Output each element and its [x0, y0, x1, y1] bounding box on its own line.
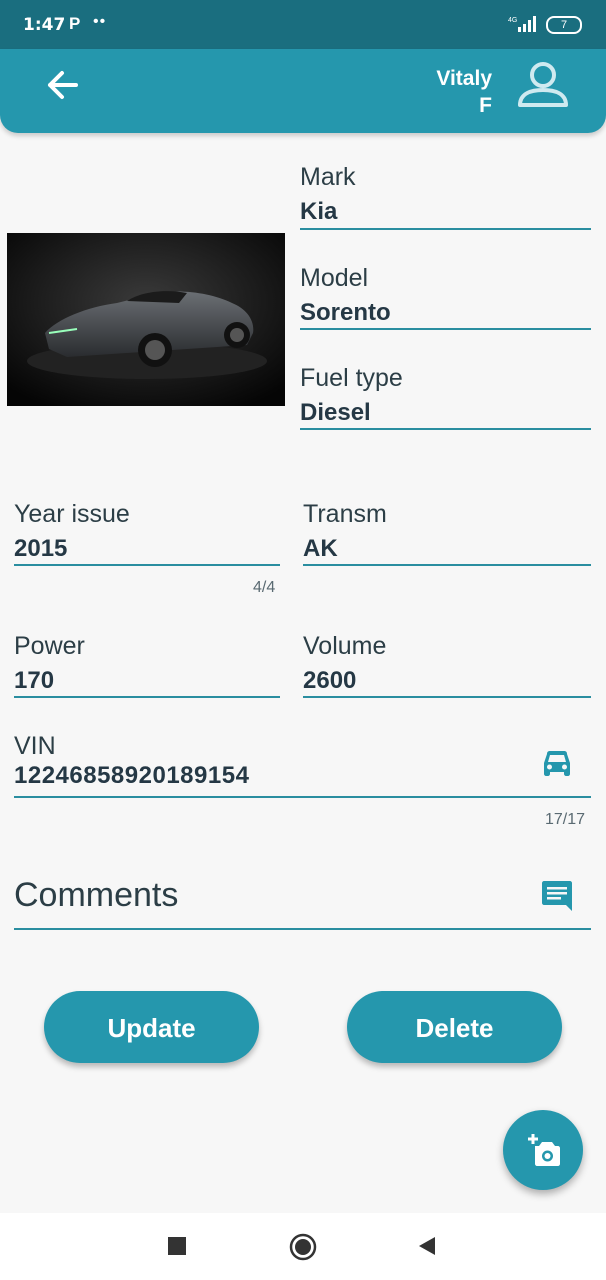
- add-photo-icon: [525, 1132, 561, 1173]
- signal-icon: 4G: [508, 15, 538, 38]
- model-value[interactable]: Sorento: [300, 298, 591, 328]
- car-photo[interactable]: [7, 233, 285, 406]
- user-first-name: Vitaly: [436, 67, 492, 90]
- mark-value[interactable]: Kia: [300, 197, 591, 227]
- app-bar: Vitaly F: [0, 49, 606, 133]
- system-nav-bar: [0, 1213, 606, 1280]
- mark-underline: [300, 228, 591, 230]
- delete-button[interactable]: Delete: [347, 991, 562, 1063]
- power-field[interactable]: Power 170: [14, 631, 280, 701]
- volume-value[interactable]: 2600: [303, 666, 591, 696]
- transm-value[interactable]: AK: [303, 534, 591, 564]
- user-last-name: F: [479, 94, 492, 117]
- app-indicator: P: [69, 14, 81, 33]
- user-icon[interactable]: [514, 57, 572, 115]
- model-label: Model: [300, 264, 369, 292]
- power-underline: [14, 696, 280, 698]
- nav-home-icon[interactable]: [289, 1233, 317, 1266]
- user-name: Vitaly F: [436, 65, 492, 119]
- comments-input[interactable]: Comments: [14, 876, 178, 915]
- year-issue-underline: [14, 564, 280, 566]
- volume-underline: [303, 696, 591, 698]
- power-value[interactable]: 170: [14, 666, 280, 696]
- volume-label: Volume: [303, 632, 387, 660]
- vin-value[interactable]: 12246858920189154: [14, 761, 591, 791]
- year-issue-counter: 4/4: [253, 579, 276, 596]
- battery-icon: 7: [546, 16, 582, 34]
- vin-underline: [14, 796, 591, 798]
- fuel-type-underline: [300, 428, 591, 430]
- vin-label: VIN: [14, 732, 56, 760]
- model-field[interactable]: Model Sorento: [300, 263, 591, 333]
- year-issue-value[interactable]: 2015: [14, 534, 280, 564]
- mark-field[interactable]: Mark Kia: [300, 162, 591, 232]
- fuel-type-label: Fuel type: [300, 364, 403, 392]
- mark-label: Mark: [300, 163, 356, 191]
- fuel-type-field[interactable]: Fuel type Diesel: [300, 363, 591, 433]
- vin-counter: 17/17: [545, 811, 586, 828]
- notification-dots: ••: [93, 13, 107, 30]
- svg-text:4G: 4G: [508, 17, 517, 24]
- vin-field[interactable]: VIN 12246858920189154: [14, 731, 591, 801]
- status-time: 1:47: [23, 15, 66, 35]
- volume-field[interactable]: Volume 2600: [303, 631, 591, 701]
- comments-underline: [14, 928, 591, 930]
- update-button[interactable]: Update: [44, 991, 259, 1063]
- status-bar: 1:47 P •• 4G 7: [0, 0, 606, 49]
- nav-recents-icon[interactable]: [168, 1237, 186, 1260]
- transm-label: Transm: [303, 500, 387, 528]
- add-photo-button[interactable]: [503, 1110, 583, 1190]
- transm-field[interactable]: Transm AK: [303, 499, 591, 569]
- nav-back-icon[interactable]: [417, 1236, 437, 1261]
- car-icon[interactable]: [541, 750, 573, 783]
- back-arrow-icon[interactable]: [42, 65, 86, 105]
- model-underline: [300, 328, 591, 330]
- transm-underline: [303, 564, 591, 566]
- comment-icon[interactable]: [541, 880, 573, 917]
- fuel-type-value[interactable]: Diesel: [300, 398, 591, 428]
- year-issue-field[interactable]: Year issue 2015: [14, 499, 280, 569]
- year-issue-label: Year issue: [14, 500, 130, 528]
- power-label: Power: [14, 632, 85, 660]
